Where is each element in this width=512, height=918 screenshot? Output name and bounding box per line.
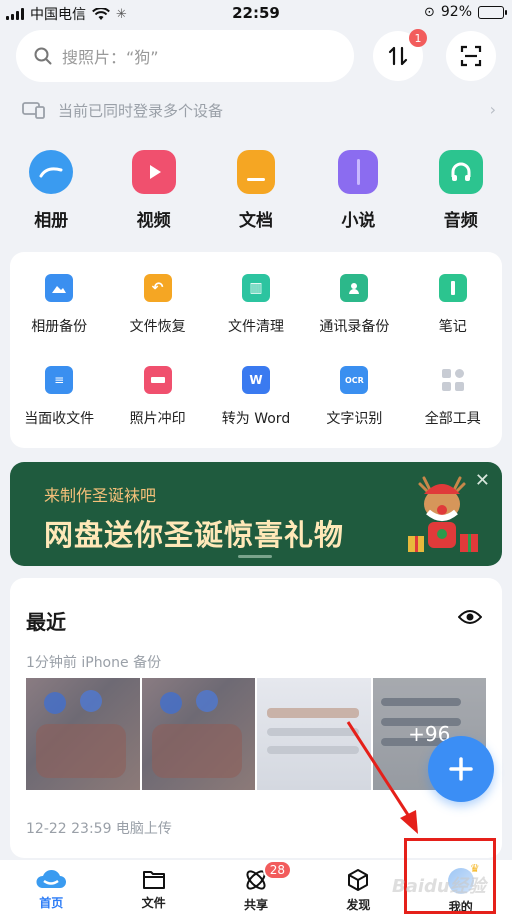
recent-card: 最近 1分钟前 iPhone 备份 +96 12-22 23:59 电脑上传 bbox=[10, 578, 502, 858]
folder-icon bbox=[142, 871, 165, 889]
tool-label: 通讯录备份 bbox=[319, 319, 390, 335]
book-icon bbox=[338, 150, 379, 194]
banner-subtitle: 来制作圣诞袜吧 bbox=[44, 486, 157, 505]
device-tip-text: 当前已同时登录多个设备 bbox=[58, 101, 224, 120]
christmas-banner[interactable]: 来制作圣诞袜吧 网盘送你圣诞惊喜礼物 ✕ bbox=[10, 462, 502, 566]
discover-cube-icon bbox=[348, 869, 369, 891]
tool-label: 照片冲印 bbox=[129, 411, 186, 427]
tool-receive-file[interactable]: ≡ 当面收文件 bbox=[10, 366, 108, 456]
share-badge: 28 bbox=[262, 860, 293, 880]
banner-title: 网盘送你圣诞惊喜礼物 bbox=[44, 518, 345, 552]
all-tools-icon bbox=[439, 366, 467, 394]
tool-label: 转为 Word bbox=[221, 411, 291, 427]
search-icon bbox=[34, 47, 52, 65]
video-icon bbox=[131, 150, 176, 194]
scan-button[interactable] bbox=[446, 31, 496, 81]
file-clean-icon: ▥ bbox=[241, 274, 270, 302]
category-label: 音频 bbox=[443, 211, 478, 231]
tool-album-backup[interactable]: 相册备份 bbox=[10, 274, 108, 366]
chevron-right-icon: › bbox=[489, 100, 496, 119]
status-bar: 中国电信 ✳ 22:59 ⊙ 92% bbox=[0, 0, 512, 26]
tab-label: 共享 bbox=[243, 898, 268, 912]
note-icon bbox=[438, 274, 467, 302]
category-label: 相册 bbox=[34, 211, 69, 231]
add-button[interactable] bbox=[428, 736, 494, 802]
backup-meta: 1分钟前 iPhone 备份 bbox=[26, 655, 162, 671]
tab-share[interactable]: 28 共享 bbox=[205, 860, 307, 918]
tool-note[interactable]: 笔记 bbox=[404, 274, 502, 366]
transfer-badge: 1 bbox=[409, 29, 427, 47]
status-right: ⊙ 92% bbox=[423, 4, 507, 20]
plus-icon bbox=[449, 757, 473, 781]
receive-file-icon: ≡ bbox=[45, 366, 74, 394]
category-label: 文档 bbox=[238, 211, 273, 231]
word-icon: W bbox=[241, 366, 270, 394]
thumbnail-strip: +96 bbox=[26, 678, 486, 790]
tab-label: 发现 bbox=[346, 898, 371, 912]
cloud-album-icon bbox=[29, 150, 74, 194]
watermark: Baidu经验 bbox=[392, 876, 486, 897]
tool-label: 文字识别 bbox=[326, 411, 383, 427]
category-album[interactable]: 相册 bbox=[0, 150, 102, 234]
tool-file-restore[interactable]: ↶ 文件恢复 bbox=[108, 274, 206, 366]
tool-contacts-backup[interactable]: 通讯录备份 bbox=[305, 274, 403, 366]
tool-label: 当面收文件 bbox=[24, 411, 95, 427]
scan-icon bbox=[460, 45, 482, 67]
tool-label: 笔记 bbox=[438, 319, 467, 335]
album-backup-icon bbox=[45, 274, 74, 302]
category-label: 小说 bbox=[341, 211, 376, 231]
tab-files[interactable]: 文件 bbox=[102, 860, 204, 918]
recent-title: 最近 bbox=[26, 610, 66, 634]
ocr-icon: OCR bbox=[340, 366, 369, 394]
category-video[interactable]: 视频 bbox=[102, 150, 204, 234]
headphones-icon bbox=[438, 150, 483, 194]
tool-label: 相册备份 bbox=[31, 319, 88, 335]
tool-photo-print[interactable]: 照片冲印 bbox=[108, 366, 206, 456]
orientation-lock-icon: ⊙ bbox=[423, 4, 435, 20]
battery-icon bbox=[478, 5, 507, 19]
tool-ocr[interactable]: OCR 文字识别 bbox=[305, 366, 403, 456]
battery-percent: 92% bbox=[440, 4, 472, 20]
photo-thumbnail[interactable] bbox=[257, 678, 371, 790]
tool-label: 文件清理 bbox=[227, 319, 284, 335]
tool-label: 全部工具 bbox=[424, 411, 481, 427]
tool-file-clean[interactable]: ▥ 文件清理 bbox=[207, 274, 305, 366]
eye-icon[interactable] bbox=[458, 608, 482, 626]
tools-card: 相册备份 ↶ 文件恢复 ▥ 文件清理 通讯录备份 笔记 ≡ 当面收文件 照片冲印 W 转… bbox=[10, 252, 502, 448]
contacts-backup-icon bbox=[340, 274, 369, 302]
tool-to-word[interactable]: W 转为 Word bbox=[207, 366, 305, 456]
category-label: 视频 bbox=[136, 211, 171, 231]
tab-label: 首页 bbox=[39, 896, 64, 910]
photo-print-icon bbox=[143, 366, 172, 394]
file-restore-icon: ↶ bbox=[143, 274, 172, 302]
tab-label: 文件 bbox=[141, 896, 166, 910]
reindeer-mascot-icon bbox=[408, 476, 478, 552]
transfer-button[interactable]: 1 bbox=[373, 29, 427, 81]
tab-home[interactable]: 首页 bbox=[0, 860, 102, 918]
upload-meta: 12-22 23:59 电脑上传 bbox=[26, 821, 172, 837]
home-cloud-icon bbox=[36, 869, 67, 888]
photo-thumbnail[interactable] bbox=[141, 678, 255, 790]
tool-label: 文件恢复 bbox=[129, 319, 186, 335]
document-icon bbox=[236, 150, 275, 194]
category-audio[interactable]: 音频 bbox=[410, 150, 512, 234]
close-icon[interactable]: ✕ bbox=[475, 470, 490, 491]
search-placeholder: 搜照片：“狗” bbox=[62, 48, 159, 67]
devices-icon bbox=[22, 102, 45, 119]
banner-page-indicator bbox=[238, 555, 272, 558]
category-document[interactable]: 文档 bbox=[205, 150, 307, 234]
device-login-tip[interactable]: 当前已同时登录多个设备 › bbox=[22, 96, 496, 124]
tool-all-tools[interactable]: 全部工具 bbox=[404, 366, 502, 456]
photo-thumbnail[interactable] bbox=[26, 678, 140, 790]
search-input[interactable]: 搜照片：“狗” bbox=[16, 30, 354, 82]
tool-grid: 相册备份 ↶ 文件恢复 ▥ 文件清理 通讯录备份 笔记 ≡ 当面收文件 照片冲印 W 转… bbox=[10, 252, 502, 456]
category-novel[interactable]: 小说 bbox=[307, 150, 409, 234]
transfer-arrows-icon bbox=[388, 46, 408, 66]
search-row: 搜照片：“狗” 1 bbox=[16, 29, 496, 82]
category-row: 相册 视频 文档 小说 音频 bbox=[0, 150, 512, 234]
